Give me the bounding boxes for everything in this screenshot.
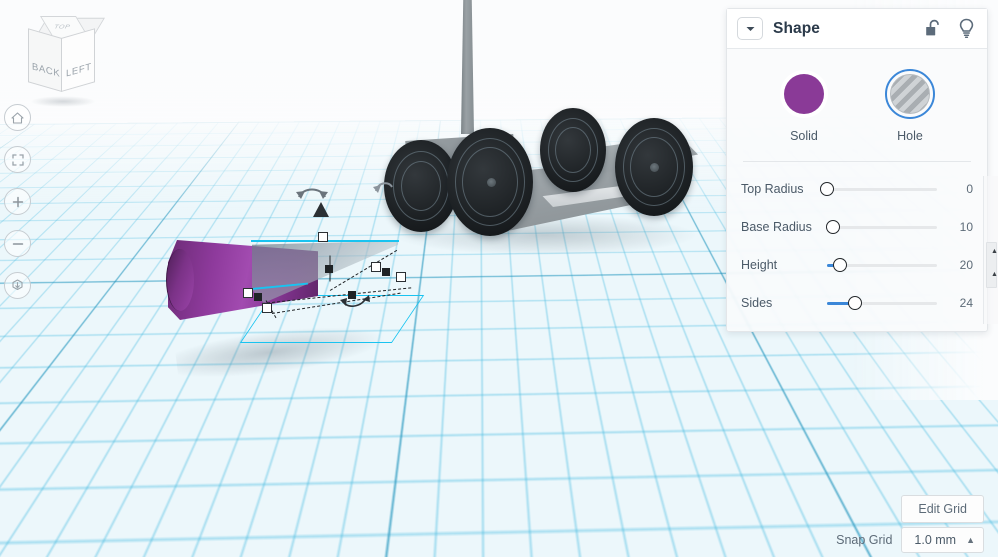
view-cube[interactable]: TOP BACK LEFT: [14, 12, 110, 112]
parameter-row-sides: Sides 24: [741, 284, 973, 322]
lightbulb-icon[interactable]: [958, 18, 975, 39]
solid-swatch-wrap: [779, 69, 829, 119]
hole-swatch-wrap: [885, 69, 935, 119]
caret-up-icon: ▲: [966, 534, 975, 545]
shape-mode-selector: Solid Hole: [727, 49, 987, 149]
chevron-down-icon: [746, 26, 754, 31]
height-value[interactable]: 20: [939, 258, 973, 272]
top-radius-slider[interactable]: [820, 182, 937, 196]
cone-height-handle[interactable]: [313, 202, 329, 217]
parameter-row-base-radius: Base Radius 10: [741, 208, 973, 246]
cube-arrow-icon: [12, 279, 23, 291]
view-cube-shadow: [30, 96, 96, 107]
app-root: TOP BACK LEFT Shape Solid Hole Top Radiu…: [0, 0, 998, 557]
resize-handle-left[interactable]: [243, 288, 253, 298]
mast-pole[interactable]: [461, 0, 474, 134]
cone-solid-cap: [166, 249, 194, 311]
wheel-front-right[interactable]: [615, 118, 693, 216]
home-icon: [11, 111, 24, 124]
snap-grid-control: Snap Grid 1.0 mm ▲: [836, 527, 984, 553]
base-radius-slider[interactable]: [825, 220, 937, 234]
sides-label: Sides: [741, 296, 773, 310]
shape-collapse-button[interactable]: [737, 17, 763, 40]
hole-label: Hole: [897, 129, 923, 143]
resize-handle-right[interactable]: [396, 272, 406, 282]
parameter-row-top-radius: Top Radius 0: [741, 170, 973, 208]
view-cube-face-back[interactable]: [28, 28, 62, 92]
hole-hatch-swatch: [890, 74, 930, 114]
fit-frame-icon: [11, 153, 24, 166]
sides-slider[interactable]: [827, 296, 937, 310]
solid-label: Solid: [790, 129, 818, 143]
shape-panel-title: Shape: [773, 19, 821, 37]
resize-handle-mid-right[interactable]: [382, 268, 390, 276]
shape-panel-header: Shape: [727, 9, 987, 49]
base-radius-value[interactable]: 10: [939, 220, 973, 234]
snap-grid-value: 1.0 mm: [914, 533, 957, 547]
shape-properties-panel: Shape Solid Hole Top Radius 0 Base Radiu…: [726, 8, 988, 332]
rotate-handle-x[interactable]: [340, 295, 370, 316]
resize-handle-mid-left[interactable]: [254, 293, 262, 301]
zoom-out-button[interactable]: [4, 230, 31, 257]
perspective-toggle-button[interactable]: [4, 272, 31, 299]
snap-grid-label: Snap Grid: [836, 533, 893, 547]
shape-parameter-list: Top Radius 0 Base Radius 10 Height 20 Si…: [727, 162, 987, 322]
plus-icon: [12, 196, 23, 207]
wheel-front-left[interactable]: [447, 128, 533, 236]
snap-grid-dropdown[interactable]: 1.0 mm ▲: [901, 527, 984, 553]
resize-handle-right-top[interactable]: [371, 262, 381, 272]
height-label: Height: [741, 258, 778, 272]
top-radius-value[interactable]: 0: [939, 182, 973, 196]
shape-mode-hole[interactable]: Hole: [885, 69, 935, 143]
home-view-button[interactable]: [4, 104, 31, 131]
solid-color-swatch: [784, 74, 824, 114]
shape-mode-solid[interactable]: Solid: [779, 69, 829, 143]
view-toolbar: [4, 104, 34, 314]
minus-icon: [12, 242, 23, 245]
base-radius-label: Base Radius: [741, 220, 812, 234]
resize-handle-mid-front[interactable]: [325, 265, 333, 273]
view-cube-label-top: TOP: [52, 24, 72, 31]
resize-handle-bottom-left[interactable]: [262, 303, 272, 313]
wheel-rear-right[interactable]: [540, 108, 606, 192]
sides-value[interactable]: 24: [939, 296, 973, 310]
view-cube-face-left[interactable]: [61, 28, 95, 92]
scrollbar-thumb[interactable]: ▲ ▲: [986, 242, 998, 288]
fit-to-view-button[interactable]: [4, 146, 31, 173]
top-radius-label: Top Radius: [741, 182, 804, 196]
unlocked-padlock-icon[interactable]: [925, 19, 942, 38]
rotate-handle-y[interactable]: [373, 178, 395, 199]
edit-grid-button[interactable]: Edit Grid: [901, 495, 984, 523]
viewport-scrollbar[interactable]: ▲ ▲: [983, 176, 998, 324]
resize-handle-top[interactable]: [318, 232, 328, 242]
height-slider[interactable]: [827, 258, 937, 272]
parameter-row-height: Height 20: [741, 246, 973, 284]
zoom-in-button[interactable]: [4, 188, 31, 215]
